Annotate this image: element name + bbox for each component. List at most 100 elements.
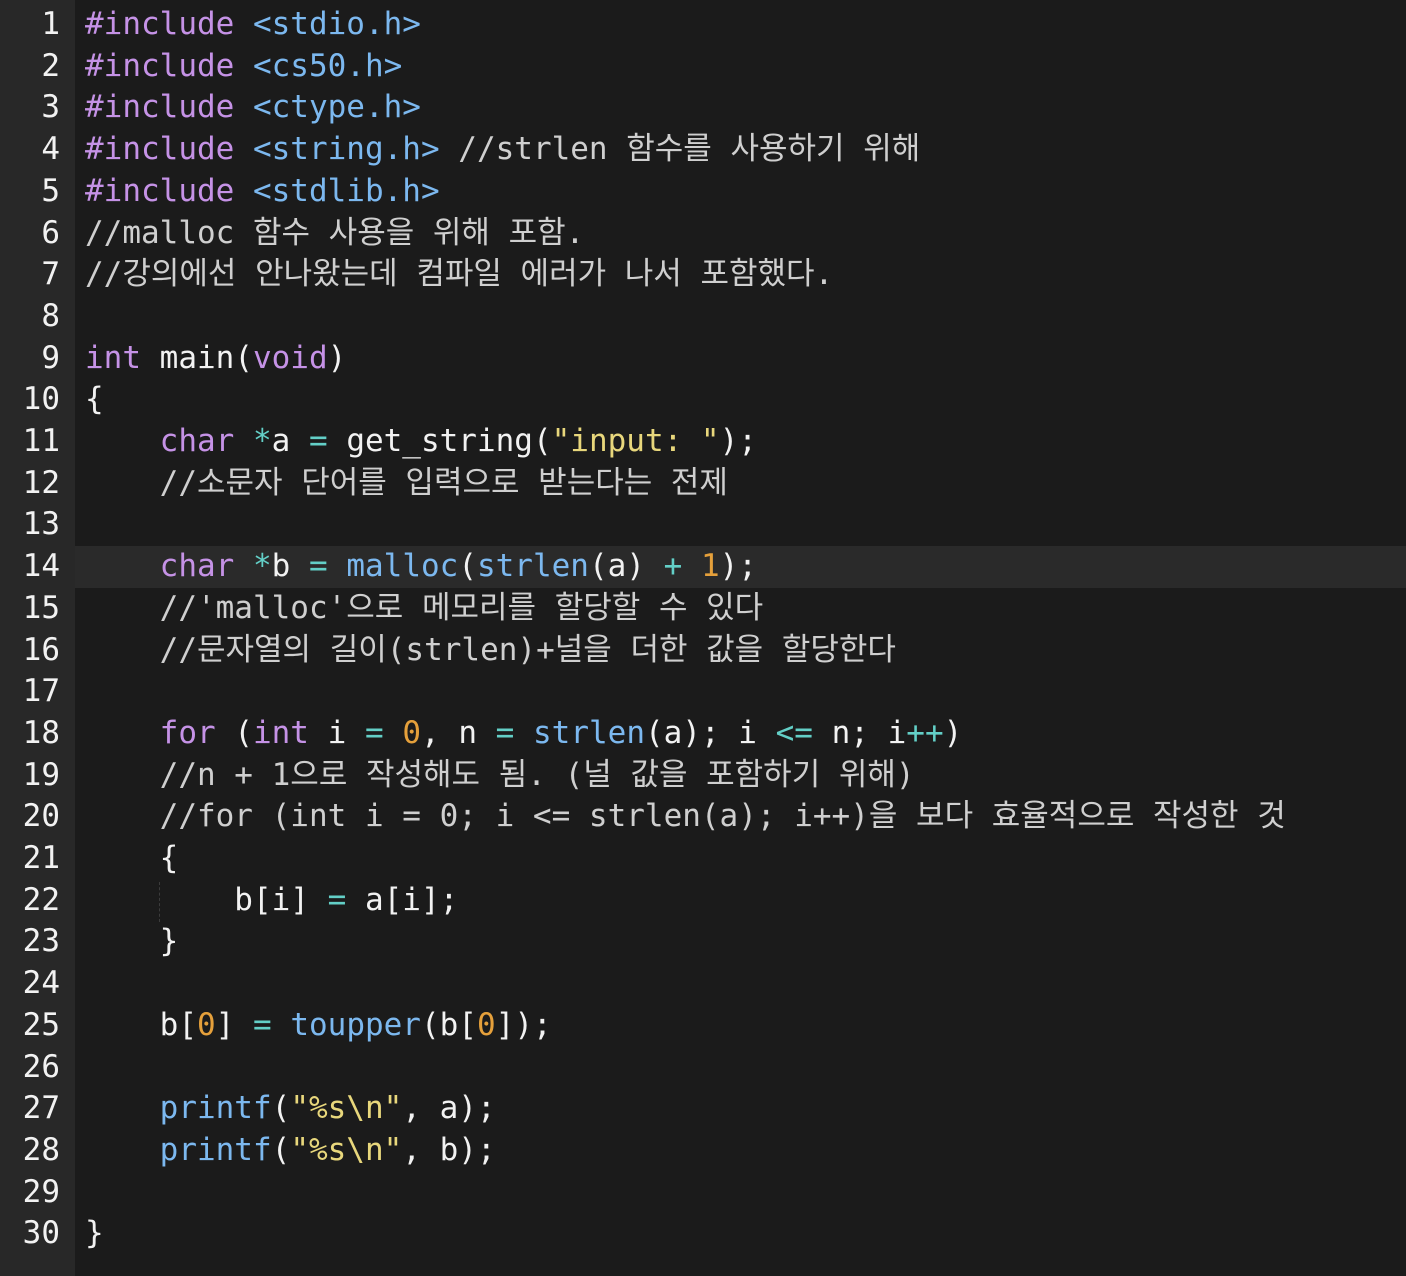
code-token: //'malloc'으로 메모리를 할당할 수 있다 (85, 589, 764, 626)
code-line[interactable] (75, 296, 1406, 338)
code-token: char (159, 548, 235, 585)
line-number: 9 (41, 339, 60, 376)
code-token: ] (215, 1006, 253, 1043)
code-token: malloc (346, 548, 459, 585)
code-area[interactable]: #include <stdio.h> #include <cs50.h> #incl… (75, 0, 1406, 1276)
code-token: (a) (588, 548, 664, 585)
line-number: 2 (41, 47, 60, 84)
code-line[interactable]: b[0] = toupper(b[0]); (75, 1005, 1406, 1047)
code-line[interactable]: { (75, 838, 1406, 880)
code-token: printf (159, 1131, 272, 1168)
code-line-text: char *a = get_string("input: "); (85, 421, 757, 463)
line-number: 11 (22, 423, 60, 459)
code-token: <= (775, 714, 813, 751)
code-line[interactable]: #include <stdio.h> (75, 4, 1406, 46)
code-line[interactable]: { (75, 379, 1406, 421)
code-token: toupper (290, 1006, 421, 1043)
code-line-text: b[0] = toupper(b[0]); (85, 1005, 552, 1047)
code-line[interactable]: b[i] = a[i]; (75, 880, 1406, 922)
code-token: (a); i (644, 714, 776, 751)
code-token: a[i]; (346, 881, 459, 918)
code-line[interactable]: //n + 1으로 작성해도 됨. (널 값을 포함하기 위해) (75, 755, 1406, 797)
code-line[interactable]: char *a = get_string("input: "); (75, 421, 1406, 463)
code-token: { (85, 840, 179, 876)
code-line[interactable]: printf("%s\n", b); (75, 1130, 1406, 1172)
code-token: "%s\n" (290, 1090, 403, 1127)
code-token: ( (458, 548, 477, 585)
line-number: 20 (22, 798, 60, 835)
code-token: 0 (402, 714, 421, 751)
code-token: 0 (476, 1006, 496, 1043)
code-line[interactable] (75, 1172, 1406, 1214)
code-line[interactable]: //malloc 함수 사용을 위해 포함. (75, 213, 1406, 255)
code-line-text: #include <ctype.h> (85, 87, 421, 129)
code-line[interactable]: //소문자 단어를 입력으로 받는다는 전제 (75, 463, 1406, 505)
code-line-text: char *b = malloc(strlen(a) + 1); (85, 546, 757, 588)
code-line[interactable]: #include <cs50.h> (75, 46, 1406, 88)
code-line[interactable] (75, 671, 1406, 713)
code-line[interactable]: #include <stdlib.h> (75, 171, 1406, 213)
code-line[interactable]: printf("%s\n", a); (75, 1088, 1406, 1130)
line-number: 22 (22, 881, 60, 918)
code-token: strlen (476, 548, 589, 585)
code-token: <string.h> (252, 131, 440, 168)
code-token: ]); (495, 1006, 552, 1043)
code-line-text: #include <string.h> //strlen 함수를 사용하기 위해 (85, 129, 920, 171)
code-token: void (252, 339, 328, 376)
code-line[interactable]: //for (int i = 0; i <= strlen(a); i++)을 … (75, 796, 1406, 838)
code-token: #include (85, 89, 235, 126)
code-token: "input: " (551, 423, 720, 459)
code-line[interactable] (75, 1047, 1406, 1089)
code-line[interactable]: int main(void) (75, 338, 1406, 380)
line-number: 7 (41, 256, 60, 293)
code-token: int (85, 339, 141, 376)
code-line[interactable]: #include <string.h> //strlen 함수를 사용하기 위해 (75, 129, 1406, 171)
code-line-text: for (int i = 0, n = strlen(a); i <= n; i… (85, 713, 963, 755)
code-line-text: //malloc 함수 사용을 위해 포함. (85, 213, 584, 255)
code-line[interactable]: //문자열의 길이(strlen)+널을 더한 값을 할당한다 (75, 630, 1406, 672)
line-number: 29 (22, 1173, 60, 1210)
line-number: 4 (41, 131, 60, 168)
code-line[interactable]: //'malloc'으로 메모리를 할당할 수 있다 (75, 588, 1406, 630)
code-line[interactable]: #include <ctype.h> (75, 87, 1406, 129)
code-line[interactable]: for (int i = 0, n = strlen(a); i <= n; i… (75, 713, 1406, 755)
code-token: n; i (812, 714, 907, 751)
active-code-line[interactable]: char *b = malloc(strlen(a) + 1); (75, 546, 1406, 588)
code-token: char (159, 423, 235, 459)
code-line[interactable]: } (75, 1213, 1406, 1255)
code-editor[interactable]: 1 2 3 4 5 6 7 8 9 10 11 12 13 14 15 16 17 18 19 20 21 22 23 24 2… (0, 0, 1406, 1276)
code-token: b[ (85, 1006, 197, 1043)
code-line-text: printf("%s\n", a); (85, 1088, 496, 1130)
code-line-text: { (85, 379, 104, 421)
code-token: ); (719, 548, 757, 585)
code-line[interactable]: //강의에선 안나왔는데 컴파일 에러가 나서 포함했다. (75, 254, 1406, 296)
code-token: #include (85, 47, 235, 84)
code-token: //malloc 함수 사용을 위해 포함. (85, 214, 585, 251)
code-line-text: } (85, 921, 179, 963)
code-token: i (308, 714, 365, 751)
code-line-text: //강의에선 안나왔는데 컴파일 에러가 나서 포함했다. (85, 254, 833, 296)
line-number: 13 (22, 506, 60, 543)
code-token: = (327, 881, 347, 918)
line-number: 26 (22, 1048, 60, 1085)
code-token: <ctype.h> (252, 89, 421, 126)
line-number: 1 (41, 6, 60, 42)
code-token: //강의에선 안나왔는데 컴파일 에러가 나서 포함했다. (85, 256, 834, 293)
code-line[interactable] (75, 963, 1406, 1005)
line-number: 8 (41, 297, 60, 334)
code-line[interactable]: } (75, 921, 1406, 963)
code-token: //소문자 단어를 입력으로 받는다는 전제 (85, 464, 728, 501)
code-token: #include (85, 6, 235, 42)
code-token: //strlen 함수를 사용하기 위해 (439, 131, 921, 168)
code-line[interactable] (75, 504, 1406, 546)
line-number: 23 (22, 923, 60, 960)
line-number: 18 (22, 714, 60, 751)
code-line-text: //n + 1으로 작성해도 됨. (널 값을 포함하기 위해) (85, 755, 915, 797)
code-token: , n (421, 714, 496, 751)
